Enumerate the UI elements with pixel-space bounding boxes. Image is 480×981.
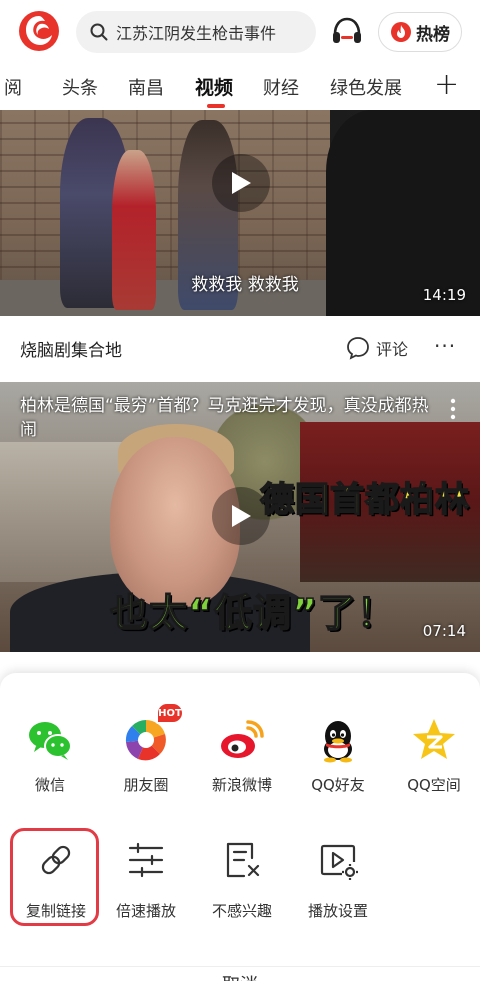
video-duration: 14:19 — [422, 286, 466, 304]
cancel-label: 取消 — [0, 971, 480, 981]
video-duration: 07:14 — [422, 622, 466, 640]
tab-headlines[interactable]: 头条 — [62, 74, 98, 100]
share-weibo[interactable]: 新浪微博 — [194, 716, 290, 795]
hot-list-button[interactable]: 热榜 — [378, 12, 462, 52]
comment-button[interactable]: 评论 — [346, 336, 408, 360]
qq-icon — [324, 721, 352, 763]
not-interested-label: 不感兴趣 — [211, 902, 272, 920]
speed-icon — [128, 842, 164, 878]
tab-finance[interactable]: 财经 — [263, 74, 299, 100]
play-button[interactable] — [212, 154, 270, 212]
copy-link-highlight — [10, 828, 99, 926]
headphone-icon[interactable] — [330, 14, 364, 48]
cancel-button[interactable]: 取消 — [0, 966, 480, 981]
tab-video[interactable]: 视频 — [195, 73, 233, 100]
share-wechat-label: 微信 — [34, 776, 65, 794]
wechat-icon — [29, 722, 72, 760]
playback-speed-button[interactable]: 倍速播放 — [98, 838, 194, 921]
video-card-1-thumbnail[interactable]: 救救我 救救我 14:19 — [0, 110, 480, 316]
flame-icon — [391, 22, 411, 42]
tab-subscribe[interactable]: 阅 — [4, 74, 22, 100]
share-qq-friend[interactable]: QQ好友 — [290, 716, 386, 795]
share-qzone-label: QQ空间 — [407, 776, 461, 794]
comment-icon — [347, 337, 369, 360]
video-source-name[interactable]: 烧脑剧集合地 — [20, 336, 122, 361]
more-vertical-icon[interactable] — [450, 398, 456, 420]
search-placeholder: 江苏江阴发生枪击事件 — [116, 24, 277, 43]
hot-list-label: 热榜 — [416, 24, 450, 45]
ifeng-logo-icon[interactable] — [18, 10, 60, 52]
play-settings-button[interactable]: 播放设置 — [290, 838, 386, 921]
search-bar[interactable]: 江苏江阴发生枪击事件 — [76, 11, 316, 53]
share-weibo-label: 新浪微博 — [211, 776, 272, 794]
qzone-icon — [413, 719, 455, 759]
not-interested-button[interactable]: 不感兴趣 — [194, 838, 290, 921]
share-moments[interactable]: HOT 朋友圈 — [98, 702, 194, 795]
hot-badge: HOT — [156, 702, 184, 724]
play-icon — [232, 172, 251, 194]
channel-tabs: 阅 头条 南昌 视频 财经 绿色发展 + — [0, 64, 480, 110]
video-card-2-thumbnail[interactable]: 柏林是德国“最穷”首都？马克逛完才发现，真没成都热闹 德国首都柏林 也太“低调”… — [0, 382, 480, 652]
overlay-text-line-1: 德国首都柏林 — [259, 479, 470, 521]
playback-speed-label: 倍速播放 — [115, 902, 176, 920]
active-tab-indicator — [207, 104, 225, 108]
video-title: 柏林是德国“最穷”首都？马克逛完才发现，真没成都热闹 — [20, 396, 429, 440]
play-icon — [232, 505, 251, 527]
share-moments-label: 朋友圈 — [123, 776, 169, 794]
play-settings-icon — [320, 844, 358, 880]
not-interested-icon — [226, 842, 260, 878]
top-bar: 江苏江阴发生枪击事件 热榜 — [0, 0, 480, 64]
tab-green-development[interactable]: 绿色发展 — [330, 74, 402, 100]
more-options-button[interactable]: ··· — [434, 334, 456, 358]
overlay-text-line-2: 也太“低调”了！ — [109, 590, 396, 636]
share-qq-friend-label: QQ好友 — [311, 776, 365, 794]
comment-label: 评论 — [376, 340, 409, 359]
share-wechat[interactable]: 微信 — [2, 716, 98, 795]
weibo-icon — [221, 720, 264, 758]
video-subtitle: 救救我 救救我 — [191, 275, 299, 295]
share-qzone[interactable]: QQ空间 — [386, 716, 480, 795]
search-icon — [90, 23, 108, 41]
video-card-1-info: 烧脑剧集合地 评论 ··· — [0, 316, 480, 380]
tab-nanchang[interactable]: 南昌 — [128, 74, 164, 100]
add-channel-button[interactable]: + — [434, 68, 459, 102]
play-settings-label: 播放设置 — [307, 902, 368, 920]
